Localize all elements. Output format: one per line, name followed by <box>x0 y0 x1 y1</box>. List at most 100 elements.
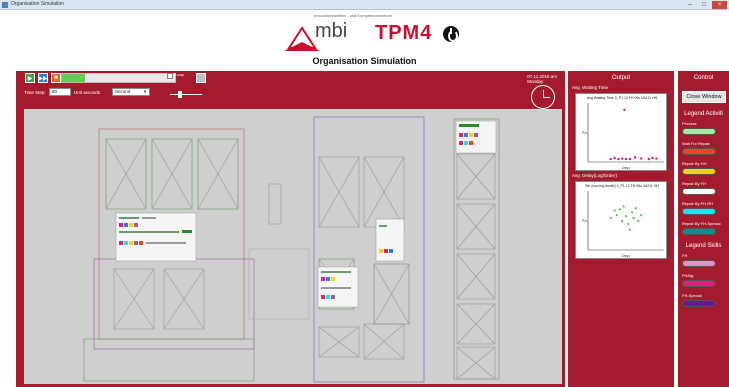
chart-point <box>636 219 640 223</box>
chart-point <box>655 157 658 160</box>
activity-label: Repair By HH <box>682 161 707 166</box>
chart-point <box>627 222 630 226</box>
stop-icon: ■ <box>54 75 58 81</box>
speed-slider-handle[interactable] <box>178 91 182 98</box>
legend-activities-title: Legend Activiti <box>684 111 723 117</box>
maximize-button[interactable]: □ <box>698 1 710 9</box>
chevron-down-icon: ▼ <box>143 89 147 94</box>
activity-label: Wait For Repair <box>682 141 710 146</box>
activity-swatch <box>682 168 716 175</box>
stop-button[interactable]: ■ <box>51 73 61 83</box>
chart-point <box>640 157 643 160</box>
skip-icon: ▶▶ <box>38 75 48 82</box>
chart-point <box>613 156 616 160</box>
skill-label: FH-Special <box>682 293 702 298</box>
floor-plan <box>24 109 562 384</box>
chart-point <box>624 215 628 218</box>
chart-point <box>609 216 612 220</box>
unit-select[interactable]: Second ▼ <box>112 88 150 96</box>
output-title: Output <box>611 75 630 81</box>
minimize-button[interactable]: – <box>684 1 696 9</box>
sim-weekday: Monday <box>527 79 544 84</box>
chart-point <box>617 157 620 161</box>
chart-point <box>613 209 616 212</box>
tpm-logo-text: TPM4 <box>375 22 433 44</box>
chart-point <box>609 157 612 161</box>
time-step-label: Time Step: <box>24 90 46 95</box>
unit-label: Unit seconds <box>74 90 101 95</box>
chart-point <box>624 157 628 161</box>
play-icon: ▶ <box>27 75 33 82</box>
activity-label: Process <box>682 121 697 126</box>
skill-swatch <box>682 260 716 267</box>
skill-label: FH <box>682 253 688 258</box>
chart-point <box>640 214 643 217</box>
chart-point <box>622 205 625 208</box>
unit-select-value: Second <box>115 89 131 94</box>
app-icon <box>2 2 8 8</box>
clock-icon <box>531 85 555 109</box>
chart-point <box>647 157 650 161</box>
control-title: Control <box>693 75 714 81</box>
activity-label: Repair By FH-Special <box>682 221 721 226</box>
speed-slider-track[interactable] <box>170 94 202 95</box>
chart1-ylabel: P/s <box>582 131 587 135</box>
simulation-progress <box>61 73 176 83</box>
chart-point <box>632 216 635 220</box>
chart1-points <box>609 108 658 161</box>
sim-datetime: 07.11.2016 am Monday <box>527 74 557 84</box>
step-button[interactable]: ▶▶ <box>38 73 48 83</box>
play-button[interactable]: ▶ <box>25 73 35 83</box>
chart2-xlabel: Days <box>622 254 630 258</box>
progress-fill <box>62 74 85 82</box>
waiting-time-chart: Avg Waiting Time 0_P1 12 FH 09c VA211 HH… <box>575 93 667 171</box>
activity-swatch <box>682 208 716 215</box>
header: Innovationsstellen - und Kompetenzzentru… <box>0 10 729 70</box>
chart1-label: Avg. Waiting Time <box>572 85 609 90</box>
chart-point <box>630 211 634 214</box>
delay-plot: Sth (moving month) 0_P1 12 FH 09c VA211 … <box>582 184 664 258</box>
simulation-panel: ▶ ▶▶ ■ Loop Time Step: 60 Unit seconds S… <box>16 71 565 387</box>
close-window-button[interactable]: × <box>712 1 727 9</box>
chart-point <box>628 157 631 161</box>
window-title: Organisation Simulation <box>11 1 65 7</box>
activity-swatch <box>682 188 716 195</box>
chart2-label: Avg. Delay(Log/Order) <box>572 173 617 178</box>
options-button[interactable] <box>196 73 206 83</box>
window-titlebar: Organisation Simulation – □ × <box>0 0 729 10</box>
loop-checkbox[interactable] <box>167 73 173 79</box>
skill-label: FHAtg <box>682 273 694 278</box>
control-panel: Control Close Window Legend Activiti Pro… <box>678 71 729 387</box>
activity-label: Repair By FH-RH <box>682 201 714 206</box>
mbi-logo-text: mbi <box>315 20 348 42</box>
skill-swatch <box>682 300 716 307</box>
waiting-time-plot: Avg Waiting Time 0_P1 12 FH 09c VA211 HH… <box>582 96 664 170</box>
chart2-title: Sth (moving month) 0_P1 12 FH 09c VA211 … <box>585 184 659 188</box>
mbi-tagline: Innovationsstellen - und Kompetenzzentru… <box>314 13 393 18</box>
chart-point <box>621 219 624 223</box>
chart2-points <box>609 205 643 231</box>
activity-label: Repair By FH <box>682 181 707 186</box>
workstation-widget-left <box>115 212 197 262</box>
chart-point <box>651 156 654 160</box>
chart-point <box>628 228 631 231</box>
chart-point <box>615 214 619 217</box>
power-icon <box>443 26 459 42</box>
time-step-input[interactable]: 60 <box>49 88 71 96</box>
chart-point <box>621 157 624 160</box>
chart1-title: Avg Waiting Time 0_P1 12 FH 09c VA211 HH <box>587 96 658 100</box>
close-window-action-button[interactable]: Close Window <box>682 91 726 103</box>
activity-swatch <box>682 148 716 155</box>
chart-point <box>618 208 622 211</box>
chart-point <box>634 207 638 210</box>
output-panel: Output Avg. Waiting Time Avg Waiting Tim… <box>568 71 674 387</box>
page-title: Organisation Simulation <box>312 56 417 66</box>
legend-skills-title: Legend Skills <box>685 243 722 249</box>
chart-point <box>633 156 637 159</box>
delay-chart: Sth (moving month) 0_P1 12 FH 09c VA211 … <box>575 181 667 259</box>
chart-point <box>623 108 626 111</box>
activity-swatch <box>682 228 716 235</box>
loop-checkbox-label: Loop <box>175 72 184 77</box>
chart1-xlabel: Days <box>622 166 630 170</box>
skill-swatch <box>682 280 716 287</box>
